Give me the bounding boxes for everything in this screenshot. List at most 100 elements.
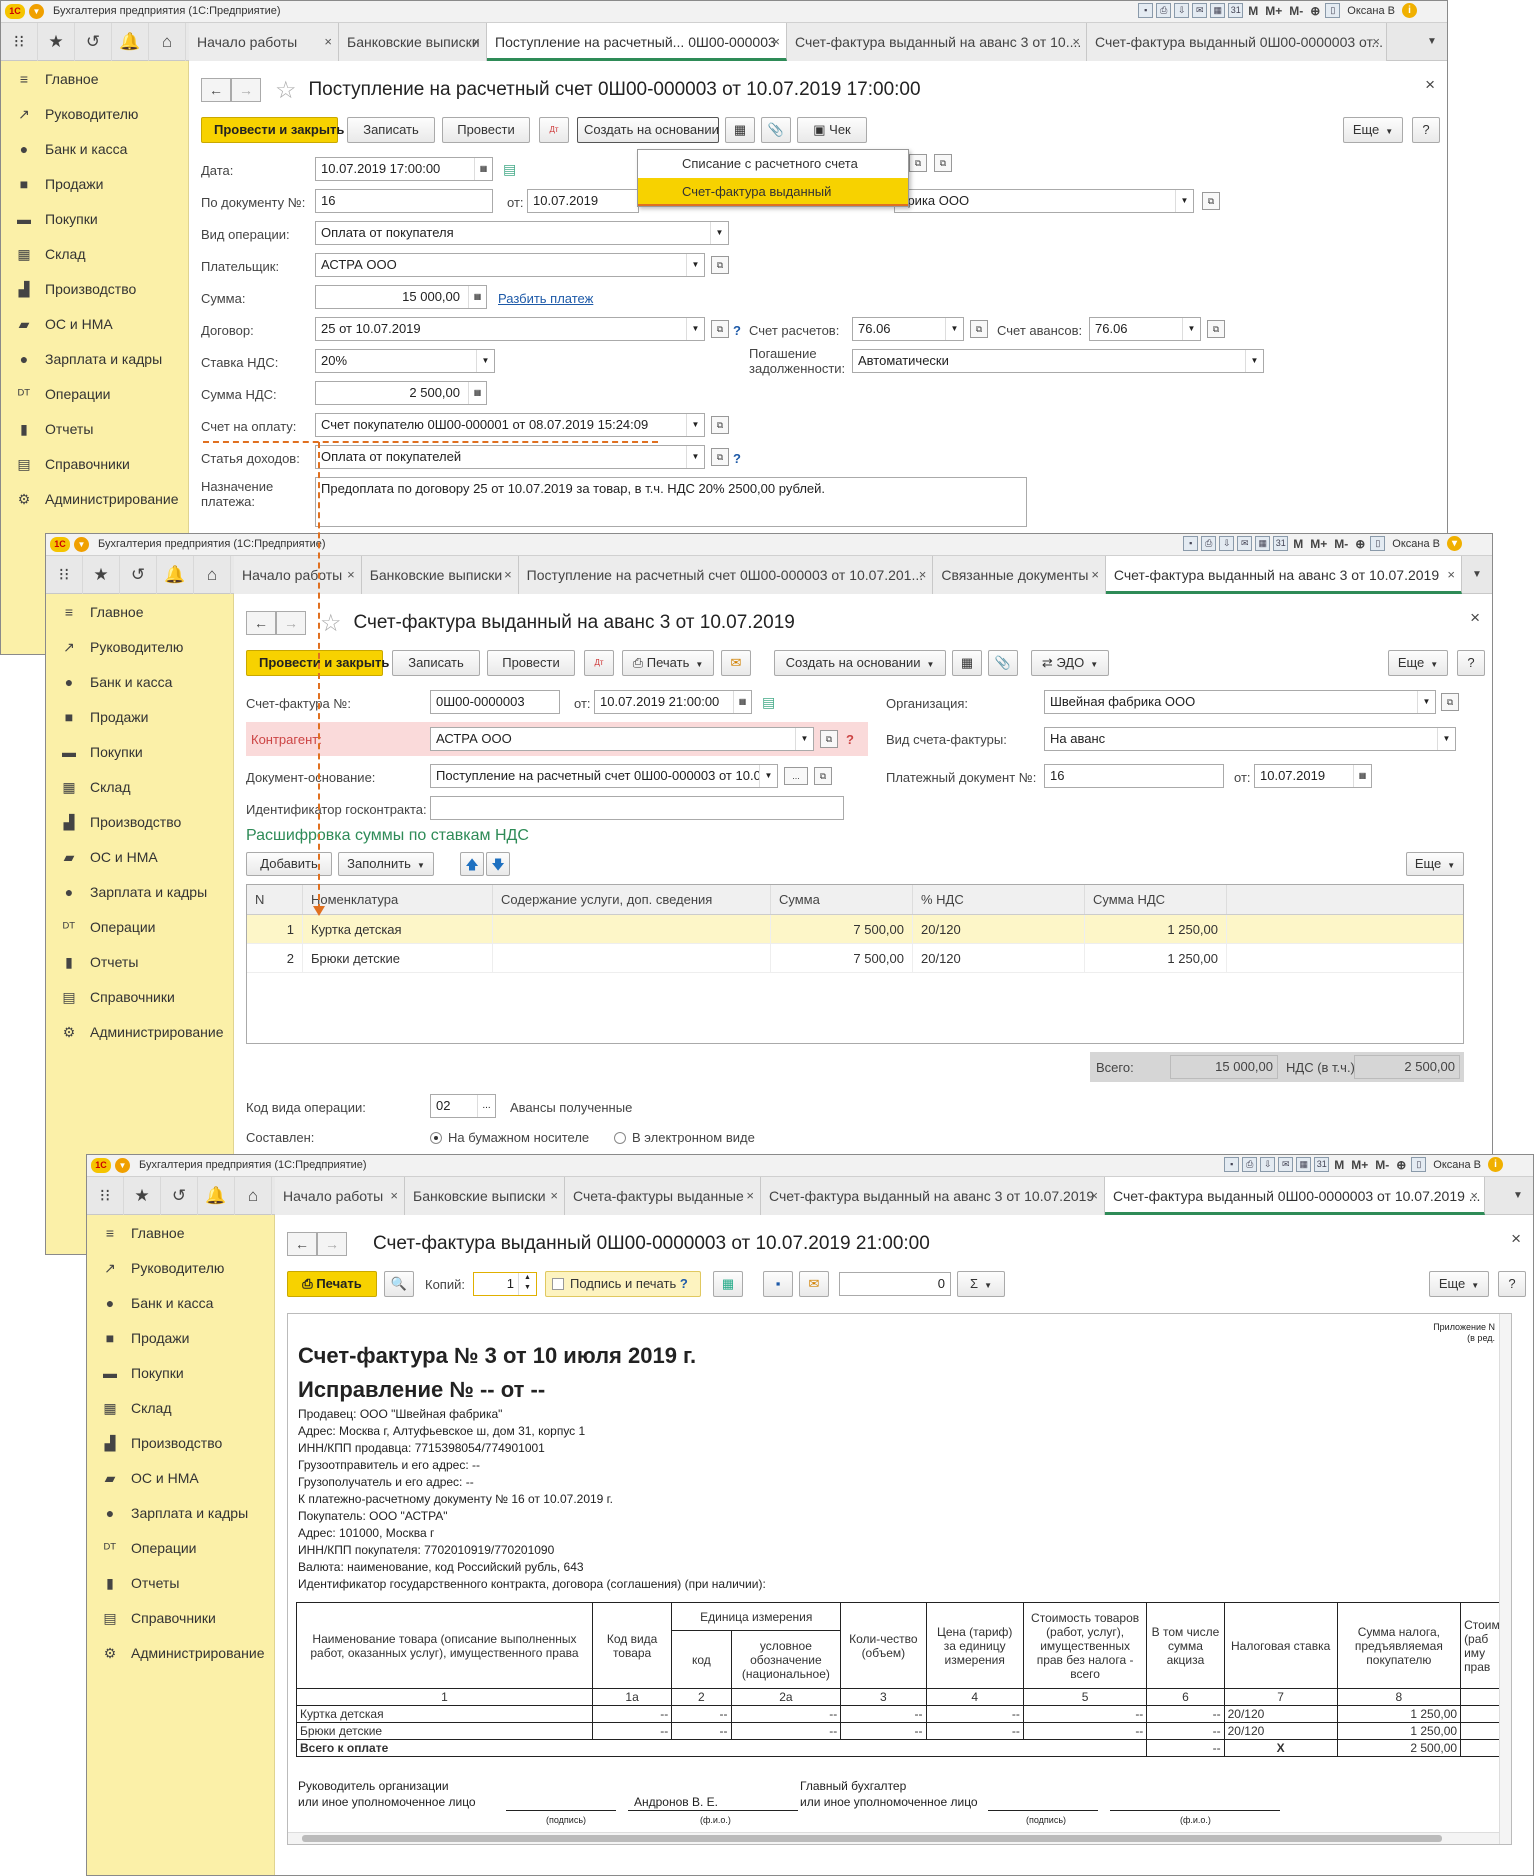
chevron-down-icon[interactable]: ▼ — [1175, 190, 1193, 212]
close-tab-icon[interactable]: × — [746, 1177, 754, 1215]
home-icon[interactable]: ⌂ — [149, 23, 186, 61]
attach-icon[interactable]: 📎 — [761, 117, 791, 143]
open-icon[interactable]: ⧉ — [814, 767, 832, 785]
column-header[interactable]: Содержание услуги, доп. сведения — [493, 885, 771, 914]
close-tab-icon[interactable]: × — [347, 556, 355, 594]
sidebar-item-12[interactable]: ⚙ Администрирование — [87, 1635, 274, 1670]
info-icon[interactable]: i — [1488, 1157, 1503, 1172]
notifications-bell-icon[interactable]: 🔔 — [198, 1177, 235, 1215]
vat-sum-field[interactable]: 2 500,00 ▦ — [315, 381, 487, 405]
favorites-star-icon[interactable]: ★ — [38, 23, 75, 61]
chevron-down-icon[interactable]: ▼ — [1182, 318, 1200, 340]
m-minus-icon[interactable]: M- — [1287, 4, 1305, 18]
m-plus-icon[interactable]: M+ — [1349, 1158, 1370, 1172]
sidebar-item-12[interactable]: ⚙ Администрирование — [46, 1014, 233, 1049]
sidebar-item-6[interactable]: ▟ Производство — [46, 804, 233, 839]
open-icon[interactable]: ⧉ — [711, 448, 729, 466]
sidebar-item-5[interactable]: ▦ Склад — [1, 236, 188, 271]
account-field[interactable]: 76.06 ▼ — [852, 317, 964, 341]
tab-3[interactable]: Поступление на расчетный... 0Ш00-000003 × — [487, 23, 787, 61]
date-field[interactable]: 10.07.2019 17:00:00 ▦ — [315, 157, 493, 181]
create-based-on-button[interactable]: Создать на основании ▼ — [774, 650, 946, 676]
back-icon[interactable]: ← — [287, 1232, 317, 1256]
move-down-icon[interactable]: 🡇 — [486, 852, 510, 876]
open-icon[interactable]: ⧉ — [1207, 320, 1225, 338]
table-row[interactable]: 2 Брюки детские 7 500,00 20/120 1 250,00 — [247, 944, 1463, 973]
zoom-icon[interactable]: ⊕ — [1353, 537, 1367, 551]
sidebar-item-8[interactable]: ● Зарплата и кадры — [46, 874, 233, 909]
back-icon[interactable]: ← — [246, 611, 276, 635]
m-icon[interactable]: M — [1291, 537, 1305, 551]
user-name[interactable]: Оксана В — [1388, 538, 1444, 550]
print-icon[interactable]: ⎙ — [1242, 1157, 1258, 1172]
m-minus-icon[interactable]: M- — [1332, 537, 1350, 551]
chevron-down-icon[interactable]: ▼ — [1437, 728, 1455, 750]
gov-contract-field[interactable] — [430, 796, 844, 820]
close-tab-icon[interactable]: × — [504, 556, 512, 594]
chevron-down-icon[interactable]: ▼ — [1417, 691, 1435, 713]
back-icon[interactable]: ← — [201, 78, 231, 102]
operation-code-field[interactable]: 02... — [430, 1094, 496, 1118]
close-tab-icon[interactable]: × — [472, 23, 480, 61]
stepper-icon[interactable]: ▲ ▼ — [518, 1273, 536, 1295]
vat-rate-select[interactable]: 20% ▼ — [315, 349, 495, 373]
table-row[interactable]: 1 Куртка детская 7 500,00 20/120 1 250,00 — [247, 915, 1463, 944]
tab-2[interactable]: Банковские выписки × — [361, 556, 519, 594]
menu-item-bank-write-off[interactable]: Списание с расчетного счета — [638, 150, 908, 178]
scrollbar-thumb[interactable] — [302, 1835, 1442, 1842]
repayment-select[interactable]: Автоматически ▼ — [852, 349, 1264, 373]
mail-icon[interactable]: ✉ — [799, 1271, 829, 1297]
sidebar-item-12[interactable]: ⚙ Администрирование — [1, 481, 188, 516]
favorite-star-icon[interactable]: ☆ — [320, 609, 342, 638]
open-icon[interactable]: ⧉ — [970, 320, 988, 338]
calculator-icon[interactable]: ▦ — [1210, 3, 1226, 18]
forward-icon[interactable]: → — [317, 1232, 347, 1256]
sidebar-item-10[interactable]: ▮ Отчеты — [1, 411, 188, 446]
mail-icon[interactable]: ✉ — [1237, 536, 1253, 551]
calculator-icon[interactable]: ▦ — [468, 286, 486, 308]
tab-5[interactable]: Счет-фактура выданный 0Ш00-0000003 от...… — [1087, 23, 1387, 61]
edo-button[interactable]: ⇄ ЭДО ▼ — [1031, 650, 1109, 676]
sidebar-item-4[interactable]: ▬ Покупки — [87, 1355, 274, 1390]
sidebar-item-11[interactable]: ▤ Справочники — [87, 1600, 274, 1635]
save-button[interactable]: Записать — [347, 117, 435, 143]
zoom-icon[interactable]: ⊕ — [1394, 1158, 1408, 1172]
payment-doc-field[interactable]: 16 — [1044, 764, 1224, 788]
help-button[interactable]: ? — [1498, 1271, 1526, 1297]
sum-field[interactable]: 15 000,00 ▦ — [315, 285, 487, 309]
tab-3[interactable]: Счета-фактуры выданные × — [565, 1177, 761, 1215]
green-doc-icon[interactable]: ▤ — [503, 161, 516, 178]
tab-1[interactable]: Начало работы × — [189, 23, 339, 61]
panel-icon[interactable]: ▯ — [1411, 1157, 1427, 1172]
organization-field[interactable]: брика ООО ▼ — [894, 189, 1194, 213]
help-button[interactable]: ? — [1412, 117, 1440, 143]
sidebar-item-6[interactable]: ▟ Производство — [87, 1425, 274, 1460]
preview-icon[interactable]: 🔍 — [384, 1271, 414, 1297]
close-icon[interactable]: × — [1425, 75, 1435, 95]
mail-icon[interactable]: ✉ — [721, 650, 751, 676]
print-button[interactable]: ⎙ Печать ▼ — [622, 650, 714, 676]
tab-4[interactable]: Счет-фактура выданный на аванс 3 от 10.0… — [761, 1177, 1105, 1215]
organization-field[interactable]: Швейная фабрика ООО ▼ — [1044, 690, 1436, 714]
help-question-icon[interactable]: ? — [733, 451, 741, 466]
close-icon[interactable]: × — [1470, 608, 1480, 628]
dt-kt-icon[interactable]: Дт — [539, 117, 569, 143]
chevron-down-icon[interactable]: ▼ — [476, 350, 494, 372]
open-icon[interactable]: ⧉ — [934, 154, 952, 172]
close-tab-icon[interactable]: × — [1470, 1177, 1478, 1212]
column-header[interactable]: Сумма НДС — [1085, 885, 1227, 914]
sidebar-item-9[interactable]: ᴰᵀ Операции — [46, 909, 233, 944]
close-icon[interactable]: × — [1511, 1229, 1521, 1249]
horizontal-scrollbar[interactable] — [288, 1832, 1499, 1844]
vertical-scrollbar[interactable] — [1499, 1314, 1511, 1844]
open-icon[interactable]: ⧉ — [711, 416, 729, 434]
chevron-down-icon[interactable]: ▼ — [759, 765, 777, 787]
m-icon[interactable]: M — [1246, 4, 1260, 18]
sidebar-item-8[interactable]: ● Зарплата и кадры — [1, 341, 188, 376]
tab-4[interactable]: Связанные документы × — [933, 556, 1106, 594]
chevron-down-icon[interactable]: ▼ — [686, 446, 704, 468]
chevron-down-icon[interactable]: ▼ — [686, 254, 704, 276]
tabs-more-icon[interactable]: ▼ — [1462, 556, 1492, 594]
user-name[interactable]: Оксана В — [1429, 1159, 1485, 1171]
open-icon[interactable]: ⧉ — [820, 730, 838, 748]
